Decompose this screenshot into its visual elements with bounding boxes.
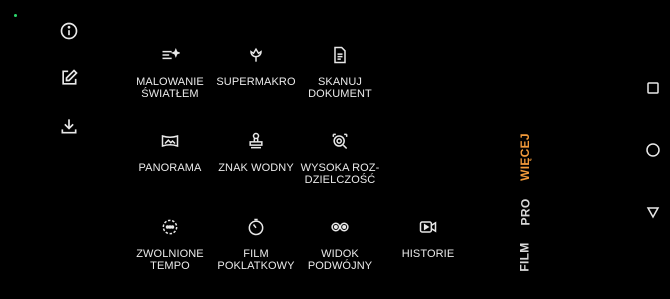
document-scan-icon [329,44,351,66]
back-button[interactable] [641,200,665,224]
panorama-icon [159,130,181,152]
tile-label: SUPERMAKRO [216,76,296,88]
light-painting-icon [159,44,181,66]
mode-tile-supermacro[interactable]: SUPERMAKRO [212,44,300,88]
info-button[interactable] [54,16,84,46]
edit-icon [62,69,78,85]
home-circle-icon [646,143,660,157]
mode-tile-high-resolution[interactable]: WYSOKA ROZ- DZIELCZOŚĆ [296,130,384,186]
mode-label: WIĘCEJ [518,133,532,181]
info-icon [60,22,78,40]
tile-label: MALOWANIE ŚWIATŁEM [136,76,204,100]
watermark-stamp-icon [245,130,267,152]
mode-label: FILM [517,242,532,272]
slow-motion-icon [159,216,181,238]
home-button[interactable] [641,138,665,162]
status-indicator-dot [14,14,17,17]
mode-tile-slow-motion[interactable]: ZWOLNIONE TEMPO [126,216,214,272]
mode-tile-timelapse[interactable]: FILM POKLATKOWY [212,216,300,272]
back-triangle-icon [646,207,660,219]
system-navigation-bar [635,0,670,299]
tile-label: WYSOKA ROZ- DZIELCZOŚĆ [300,162,380,186]
stories-icon [417,216,439,238]
tile-label: SKANUJ DOKUMENT [308,76,372,100]
recents-button[interactable] [641,76,665,100]
tile-label: FILM POKLATKOWY [217,248,295,272]
tile-label: HISTORIE [401,248,455,260]
mode-tile-watermark[interactable]: ZNAK WODNY [212,130,300,174]
mode-tile-panorama[interactable]: PANORAMA [126,130,214,174]
timelapse-icon [245,216,267,238]
mode-tile-dual-view[interactable]: WIDOK PODWÓJNY [296,216,384,272]
tile-label: ZWOLNIONE TEMPO [136,248,204,272]
mode-film[interactable]: FILM [510,242,540,271]
tile-label: ZNAK WODNY [218,162,294,174]
edit-button[interactable] [54,63,84,93]
flower-macro-icon [245,44,267,66]
mode-more[interactable]: WIĘCEJ [510,133,540,181]
mode-tile-stories[interactable]: HISTORIE [384,216,472,260]
mode-label: PRO [518,198,532,226]
mode-tile-document-scan[interactable]: SKANUJ DOKUMENT [296,44,384,100]
camera-mode-switcher: WIĘCEJ PRO FILM [510,120,540,290]
high-resolution-icon [329,130,351,152]
recents-square-icon [647,82,659,94]
dual-view-icon [329,216,351,238]
download-icon [61,119,77,134]
mode-tile-light-painting[interactable]: MALOWANIE ŚWIATŁEM [126,44,214,100]
download-button[interactable] [54,111,84,141]
tile-label: WIDOK PODWÓJNY [307,248,373,272]
tile-label: PANORAMA [138,162,202,174]
mode-pro[interactable]: PRO [510,199,540,226]
